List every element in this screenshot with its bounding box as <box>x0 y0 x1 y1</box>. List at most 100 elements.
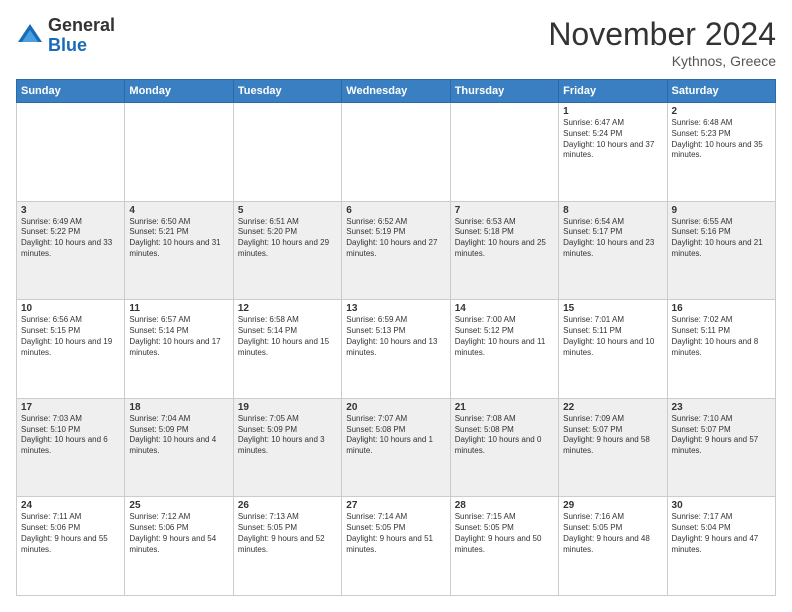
title-block: November 2024 Kythnos, Greece <box>548 16 776 69</box>
day-number: 10 <box>21 303 120 314</box>
location: Kythnos, Greece <box>548 53 776 69</box>
day-cell: 11Sunrise: 6:57 AM Sunset: 5:14 PM Dayli… <box>125 300 233 399</box>
day-number: 17 <box>21 402 120 413</box>
day-info: Sunrise: 7:12 AM Sunset: 5:06 PM Dayligh… <box>129 512 228 555</box>
weekday-header-monday: Monday <box>125 80 233 103</box>
day-number: 22 <box>563 402 662 413</box>
day-number: 6 <box>346 205 445 216</box>
week-row-2: 3Sunrise: 6:49 AM Sunset: 5:22 PM Daylig… <box>17 201 776 300</box>
day-cell <box>450 103 558 202</box>
week-row-4: 17Sunrise: 7:03 AM Sunset: 5:10 PM Dayli… <box>17 398 776 497</box>
day-number: 19 <box>238 402 337 413</box>
day-number: 5 <box>238 205 337 216</box>
day-number: 1 <box>563 106 662 117</box>
day-info: Sunrise: 6:55 AM Sunset: 5:16 PM Dayligh… <box>672 217 771 260</box>
day-info: Sunrise: 7:03 AM Sunset: 5:10 PM Dayligh… <box>21 414 120 457</box>
day-cell <box>233 103 341 202</box>
day-number: 11 <box>129 303 228 314</box>
day-cell: 25Sunrise: 7:12 AM Sunset: 5:06 PM Dayli… <box>125 497 233 596</box>
day-number: 24 <box>21 500 120 511</box>
day-number: 28 <box>455 500 554 511</box>
day-info: Sunrise: 6:54 AM Sunset: 5:17 PM Dayligh… <box>563 217 662 260</box>
day-number: 26 <box>238 500 337 511</box>
day-cell: 20Sunrise: 7:07 AM Sunset: 5:08 PM Dayli… <box>342 398 450 497</box>
day-cell <box>17 103 125 202</box>
day-info: Sunrise: 7:02 AM Sunset: 5:11 PM Dayligh… <box>672 315 771 358</box>
day-cell: 28Sunrise: 7:15 AM Sunset: 5:05 PM Dayli… <box>450 497 558 596</box>
weekday-header-sunday: Sunday <box>17 80 125 103</box>
logo-icon <box>16 22 44 50</box>
day-info: Sunrise: 6:50 AM Sunset: 5:21 PM Dayligh… <box>129 217 228 260</box>
day-number: 18 <box>129 402 228 413</box>
header: General Blue November 2024 Kythnos, Gree… <box>16 16 776 69</box>
day-info: Sunrise: 7:14 AM Sunset: 5:05 PM Dayligh… <box>346 512 445 555</box>
day-number: 29 <box>563 500 662 511</box>
day-info: Sunrise: 6:53 AM Sunset: 5:18 PM Dayligh… <box>455 217 554 260</box>
day-cell: 29Sunrise: 7:16 AM Sunset: 5:05 PM Dayli… <box>559 497 667 596</box>
day-info: Sunrise: 7:07 AM Sunset: 5:08 PM Dayligh… <box>346 414 445 457</box>
day-cell: 6Sunrise: 6:52 AM Sunset: 5:19 PM Daylig… <box>342 201 450 300</box>
day-info: Sunrise: 7:10 AM Sunset: 5:07 PM Dayligh… <box>672 414 771 457</box>
day-cell: 30Sunrise: 7:17 AM Sunset: 5:04 PM Dayli… <box>667 497 775 596</box>
day-info: Sunrise: 6:51 AM Sunset: 5:20 PM Dayligh… <box>238 217 337 260</box>
day-info: Sunrise: 6:59 AM Sunset: 5:13 PM Dayligh… <box>346 315 445 358</box>
day-cell: 22Sunrise: 7:09 AM Sunset: 5:07 PM Dayli… <box>559 398 667 497</box>
day-cell: 8Sunrise: 6:54 AM Sunset: 5:17 PM Daylig… <box>559 201 667 300</box>
day-cell <box>342 103 450 202</box>
day-number: 9 <box>672 205 771 216</box>
day-number: 14 <box>455 303 554 314</box>
day-info: Sunrise: 6:57 AM Sunset: 5:14 PM Dayligh… <box>129 315 228 358</box>
weekday-header-saturday: Saturday <box>667 80 775 103</box>
weekday-header-thursday: Thursday <box>450 80 558 103</box>
day-cell: 17Sunrise: 7:03 AM Sunset: 5:10 PM Dayli… <box>17 398 125 497</box>
logo: General Blue <box>16 16 115 56</box>
day-number: 30 <box>672 500 771 511</box>
day-info: Sunrise: 6:48 AM Sunset: 5:23 PM Dayligh… <box>672 118 771 161</box>
day-number: 16 <box>672 303 771 314</box>
day-info: Sunrise: 7:05 AM Sunset: 5:09 PM Dayligh… <box>238 414 337 457</box>
day-number: 20 <box>346 402 445 413</box>
day-cell: 18Sunrise: 7:04 AM Sunset: 5:09 PM Dayli… <box>125 398 233 497</box>
day-info: Sunrise: 7:04 AM Sunset: 5:09 PM Dayligh… <box>129 414 228 457</box>
page: General Blue November 2024 Kythnos, Gree… <box>0 0 792 612</box>
day-cell: 27Sunrise: 7:14 AM Sunset: 5:05 PM Dayli… <box>342 497 450 596</box>
day-info: Sunrise: 7:00 AM Sunset: 5:12 PM Dayligh… <box>455 315 554 358</box>
day-cell: 26Sunrise: 7:13 AM Sunset: 5:05 PM Dayli… <box>233 497 341 596</box>
day-cell: 15Sunrise: 7:01 AM Sunset: 5:11 PM Dayli… <box>559 300 667 399</box>
day-number: 27 <box>346 500 445 511</box>
day-number: 13 <box>346 303 445 314</box>
day-cell: 19Sunrise: 7:05 AM Sunset: 5:09 PM Dayli… <box>233 398 341 497</box>
day-cell: 3Sunrise: 6:49 AM Sunset: 5:22 PM Daylig… <box>17 201 125 300</box>
day-info: Sunrise: 7:17 AM Sunset: 5:04 PM Dayligh… <box>672 512 771 555</box>
day-info: Sunrise: 7:11 AM Sunset: 5:06 PM Dayligh… <box>21 512 120 555</box>
day-cell: 14Sunrise: 7:00 AM Sunset: 5:12 PM Dayli… <box>450 300 558 399</box>
week-row-3: 10Sunrise: 6:56 AM Sunset: 5:15 PM Dayli… <box>17 300 776 399</box>
day-cell: 16Sunrise: 7:02 AM Sunset: 5:11 PM Dayli… <box>667 300 775 399</box>
weekday-header-wednesday: Wednesday <box>342 80 450 103</box>
day-info: Sunrise: 6:52 AM Sunset: 5:19 PM Dayligh… <box>346 217 445 260</box>
day-info: Sunrise: 7:16 AM Sunset: 5:05 PM Dayligh… <box>563 512 662 555</box>
logo-blue-text: Blue <box>48 35 87 55</box>
week-row-5: 24Sunrise: 7:11 AM Sunset: 5:06 PM Dayli… <box>17 497 776 596</box>
weekday-header-friday: Friday <box>559 80 667 103</box>
day-cell: 13Sunrise: 6:59 AM Sunset: 5:13 PM Dayli… <box>342 300 450 399</box>
day-info: Sunrise: 6:49 AM Sunset: 5:22 PM Dayligh… <box>21 217 120 260</box>
month-title: November 2024 <box>548 16 776 53</box>
day-number: 23 <box>672 402 771 413</box>
week-row-1: 1Sunrise: 6:47 AM Sunset: 5:24 PM Daylig… <box>17 103 776 202</box>
logo-general-text: General <box>48 15 115 35</box>
day-number: 8 <box>563 205 662 216</box>
day-info: Sunrise: 6:58 AM Sunset: 5:14 PM Dayligh… <box>238 315 337 358</box>
day-cell: 12Sunrise: 6:58 AM Sunset: 5:14 PM Dayli… <box>233 300 341 399</box>
day-number: 2 <box>672 106 771 117</box>
weekday-header-row: SundayMondayTuesdayWednesdayThursdayFrid… <box>17 80 776 103</box>
day-cell: 4Sunrise: 6:50 AM Sunset: 5:21 PM Daylig… <box>125 201 233 300</box>
calendar-table: SundayMondayTuesdayWednesdayThursdayFrid… <box>16 79 776 596</box>
day-info: Sunrise: 7:09 AM Sunset: 5:07 PM Dayligh… <box>563 414 662 457</box>
day-info: Sunrise: 7:01 AM Sunset: 5:11 PM Dayligh… <box>563 315 662 358</box>
day-number: 21 <box>455 402 554 413</box>
day-cell <box>125 103 233 202</box>
day-info: Sunrise: 7:15 AM Sunset: 5:05 PM Dayligh… <box>455 512 554 555</box>
day-cell: 5Sunrise: 6:51 AM Sunset: 5:20 PM Daylig… <box>233 201 341 300</box>
day-number: 4 <box>129 205 228 216</box>
